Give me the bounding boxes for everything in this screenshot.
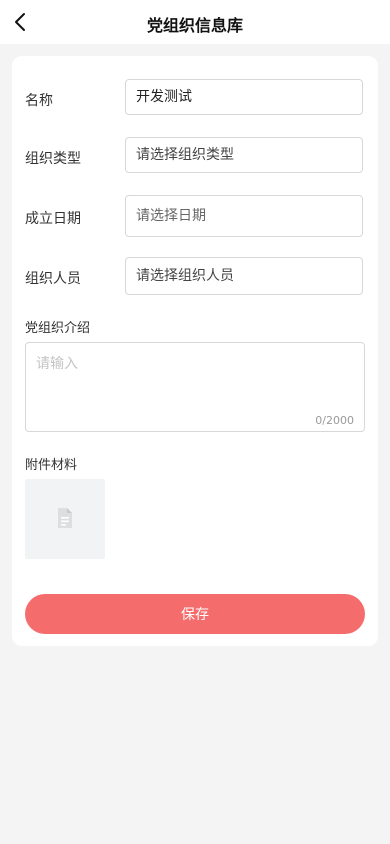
members-label: 组织人员 — [25, 271, 81, 287]
intro-textarea[interactable]: 请输入 0/2000 — [25, 342, 365, 432]
intro-label: 党组织介绍 — [25, 321, 91, 336]
file-icon — [58, 508, 72, 528]
org-type-select[interactable]: 请选择组织类型 — [125, 137, 363, 173]
save-button[interactable]: 保存 — [25, 594, 365, 634]
attachments-label: 附件材料 — [25, 458, 78, 473]
form-card: 名称 开发测试 组织类型 请选择组织类型 成立日期 请选择日期 组织人员 请选择… — [12, 56, 378, 646]
name-label: 名称 — [25, 93, 53, 109]
established-date-picker[interactable]: 请选择日期 — [125, 195, 363, 237]
page-title: 党组织信息库 — [146, 16, 243, 35]
intro-char-counter: 0/2000 — [315, 414, 354, 427]
intro-placeholder: 请输入 — [36, 356, 78, 372]
attachment-upload-button[interactable] — [25, 479, 105, 559]
top-nav-bar: 党组织信息库 — [0, 0, 390, 44]
name-field[interactable]: 开发测试 — [125, 79, 363, 115]
members-select[interactable]: 请选择组织人员 — [125, 257, 363, 295]
org-type-label: 组织类型 — [25, 151, 81, 167]
established-date-label: 成立日期 — [25, 211, 81, 227]
